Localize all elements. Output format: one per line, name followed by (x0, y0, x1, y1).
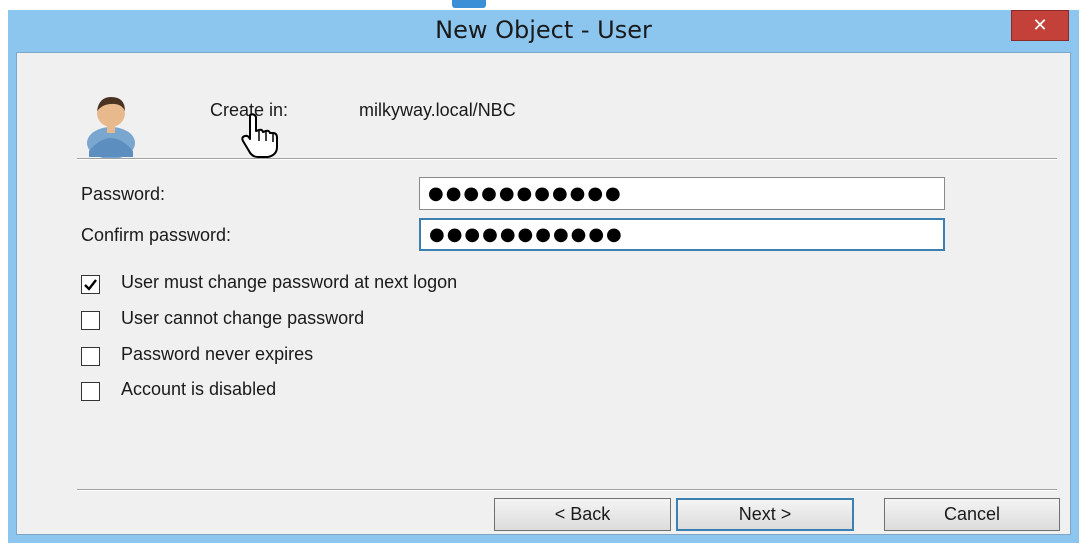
checkbox-unchecked[interactable] (81, 311, 100, 330)
checkbox-label: User cannot change password (121, 308, 365, 328)
new-object-user-dialog: New Object - User ✕ Create in: milkyway.… (8, 10, 1079, 543)
dialog-body: Create in: milkyway.local/NBC Password: … (16, 52, 1071, 535)
next-button[interactable]: Next > (676, 498, 854, 531)
checkmark-icon (84, 279, 97, 291)
title-bar[interactable]: New Object - User ✕ (8, 10, 1079, 52)
create-in-path: milkyway.local/NBC (359, 100, 516, 120)
footer-divider (77, 489, 1057, 491)
checkbox-label: Account is disabled (121, 379, 277, 399)
hand-cursor-icon (241, 113, 278, 158)
close-button[interactable]: ✕ (1011, 10, 1069, 41)
checkbox-checked[interactable] (81, 275, 100, 294)
dialog-title: New Object - User (435, 16, 652, 44)
checkbox-label: User must change password at next logon (121, 272, 458, 292)
confirm-password-label: Confirm password: (81, 225, 232, 245)
taskbar-icon-fragment (452, 0, 486, 8)
password-field[interactable] (419, 177, 945, 210)
checkbox-unchecked[interactable] (81, 382, 100, 401)
checkbox-unchecked[interactable] (81, 347, 100, 366)
confirm-password-field[interactable] (419, 218, 945, 251)
cancel-button[interactable]: Cancel (884, 498, 1060, 531)
close-icon: ✕ (1032, 15, 1048, 35)
checkbox-label: Password never expires (121, 344, 314, 364)
password-label: Password: (81, 184, 166, 204)
back-button[interactable]: < Back (494, 498, 671, 531)
desktop: New Object - User ✕ Create in: milkyway.… (0, 0, 1087, 548)
header-divider (77, 158, 1057, 160)
user-icon (87, 97, 135, 159)
